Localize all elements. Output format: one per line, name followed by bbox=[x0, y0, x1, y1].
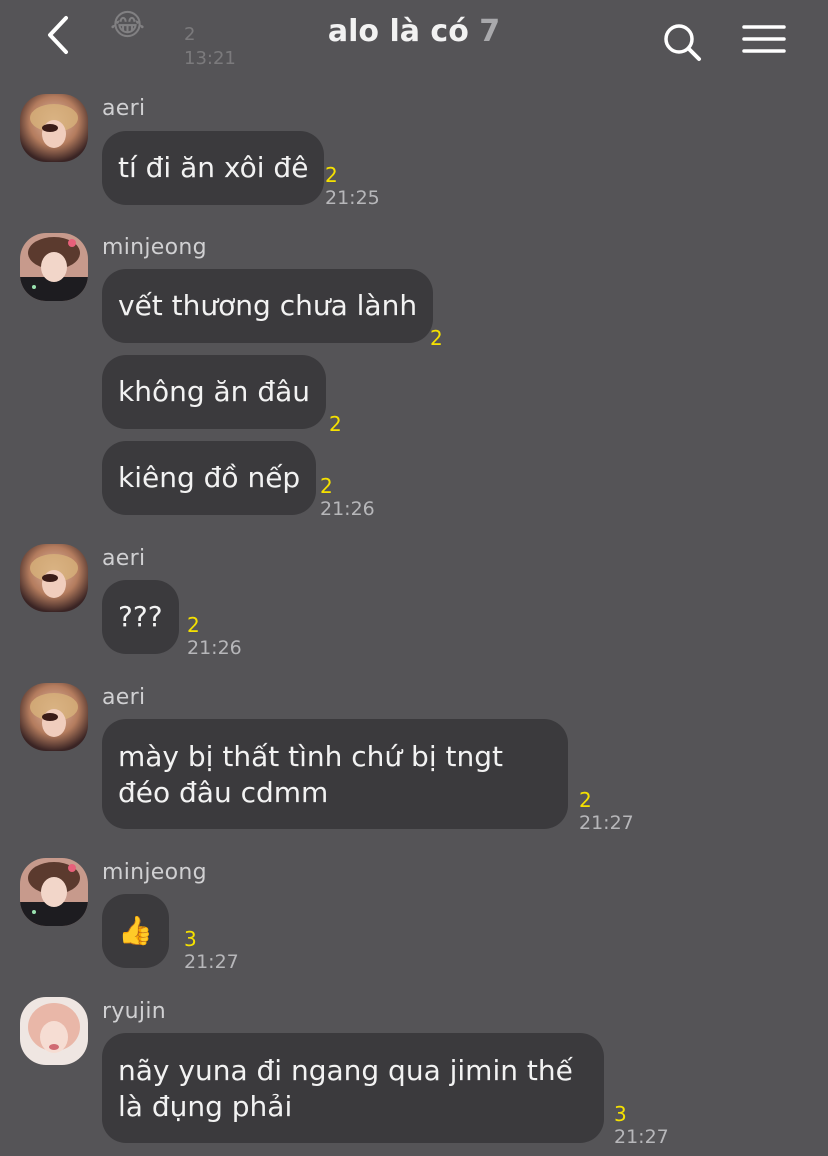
unread-count: 3 bbox=[614, 1102, 627, 1126]
member-count: 7 bbox=[479, 14, 501, 49]
avatar-minjeong[interactable] bbox=[20, 233, 88, 301]
message-bubble[interactable]: ??? bbox=[102, 580, 179, 654]
message-bubble[interactable]: tí đi ăn xôi đê bbox=[102, 131, 325, 205]
message-time: 21:27 bbox=[614, 1126, 669, 1148]
message-bubble[interactable]: mày bị thất tình chứ bị tngt đéo đâu cdm… bbox=[102, 719, 568, 829]
search-button[interactable] bbox=[658, 18, 706, 66]
avatar-aeri[interactable] bbox=[20, 94, 88, 162]
message-time: 21:25 bbox=[325, 187, 380, 209]
unread-count: 2 bbox=[187, 613, 200, 637]
unread-count: 2 bbox=[325, 163, 338, 187]
avatar-aeri[interactable] bbox=[20, 683, 88, 751]
sender-name: aeri bbox=[102, 546, 146, 571]
sender-name: ryujin bbox=[102, 999, 166, 1024]
chat-header: 😂 2 13:21 alo là có 7 bbox=[0, 0, 828, 80]
message-time: 21:26 bbox=[320, 498, 375, 520]
message-time: 21:27 bbox=[184, 951, 239, 973]
message-bubble[interactable]: nãy yuna đi ngang qua jimin thế là đụng … bbox=[102, 1033, 604, 1143]
message-time: 21:26 bbox=[187, 637, 242, 659]
sender-name: aeri bbox=[102, 685, 146, 710]
unread-count: 2 bbox=[430, 326, 443, 350]
unread-count: 2 bbox=[320, 474, 333, 498]
search-icon bbox=[664, 24, 701, 61]
hamburger-menu-icon bbox=[742, 25, 786, 53]
message-bubble[interactable]: 👍 bbox=[102, 894, 169, 968]
message-bubble[interactable]: kiêng đồ nếp bbox=[102, 441, 317, 515]
room-name: alo là có bbox=[327, 14, 469, 49]
sender-name: minjeong bbox=[102, 860, 207, 885]
unread-count: 2 bbox=[579, 788, 592, 812]
avatar-minjeong[interactable] bbox=[20, 858, 88, 926]
sender-name: minjeong bbox=[102, 235, 207, 260]
message-time: 21:27 bbox=[579, 812, 634, 834]
menu-button[interactable] bbox=[740, 18, 788, 66]
unread-count: 2 bbox=[329, 412, 342, 436]
avatar-aeri[interactable] bbox=[20, 544, 88, 612]
message-bubble[interactable]: vết thương chưa lành bbox=[102, 269, 434, 343]
message-bubble[interactable]: không ăn đâu bbox=[102, 355, 326, 429]
ghost-time: 13:21 bbox=[184, 48, 236, 69]
avatar-ryujin[interactable] bbox=[20, 997, 88, 1065]
unread-count: 3 bbox=[184, 927, 197, 951]
sender-name: aeri bbox=[102, 96, 146, 121]
